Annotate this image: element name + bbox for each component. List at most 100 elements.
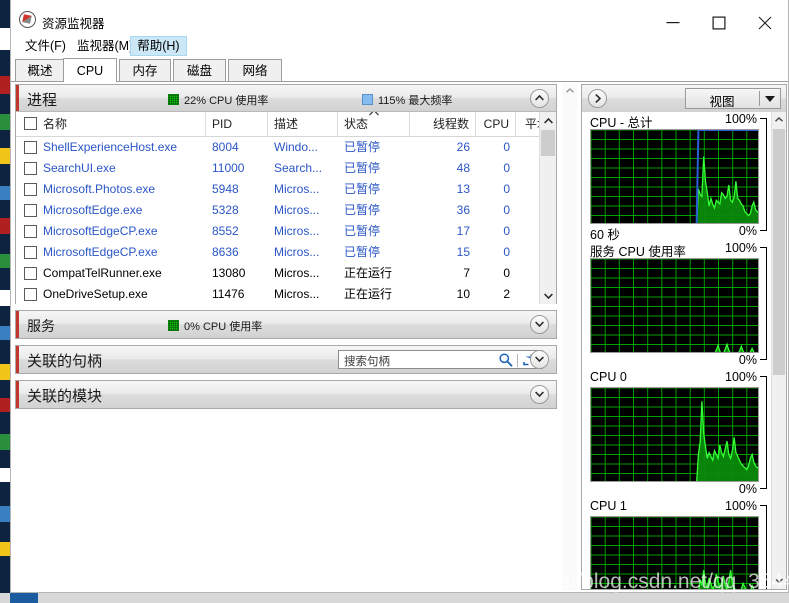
column-header-label: 名称 <box>43 117 68 131</box>
modules-title: 关联的模块 <box>27 388 103 405</box>
resource-monitor-window: 资源监视器 文件(F) 监视器(M) 帮助(H) 概述 CPU 内存 磁盘 网络 进程 <box>0 0 789 603</box>
search-icon <box>499 353 513 367</box>
title-bar: 资源监视器 <box>11 4 788 36</box>
view-dropdown-label: 视图 <box>709 95 735 109</box>
chart-foot-row: 60 秒 0% <box>582 224 771 242</box>
column-header-label: 线程数 <box>432 117 469 131</box>
handle-search-placeholder[interactable]: 搜索句柄 <box>344 353 390 369</box>
tab-0[interactable]: 概述 <box>15 59 65 82</box>
column-header-pid[interactable]: PID <box>206 112 268 136</box>
chevron-down-icon <box>535 356 544 362</box>
minimize-button[interactable] <box>650 8 696 38</box>
table-row[interactable]: Microsoft.Photos.exe 5948 Micros... 已暂停 13 00… <box>16 179 539 200</box>
tab-4[interactable]: 网络 <box>228 59 282 82</box>
process-table: 名称 PID 描述 状态 线程数 CPU 平均 C... ShellExperienceHo… <box>16 112 556 304</box>
menu-item-1[interactable]: 监视器(M) <box>71 36 139 56</box>
column-header-name[interactable]: 名称 <box>16 112 206 136</box>
chevron-up-icon <box>544 118 553 124</box>
column-header-cpu[interactable]: CPU <box>476 112 516 136</box>
services-collapse-toggle[interactable] <box>530 315 549 334</box>
chart-svg <box>591 388 758 481</box>
column-header-avgcpu[interactable]: 平均 C... <box>516 112 539 136</box>
modules-group: 关联的模块 <box>15 380 557 409</box>
tab-strip: 概述 CPU 内存 磁盘 网络 <box>11 58 788 82</box>
scroll-up-button[interactable] <box>540 112 556 129</box>
menu-item-0[interactable]: 文件(F) <box>19 36 72 56</box>
cell-cpu: 0 <box>503 182 510 196</box>
cell-desc: Micros... <box>274 245 320 259</box>
processes-group-header[interactable]: 进程 22% CPU 使用率 115% 最大频率 <box>16 85 556 112</box>
modules-group-header[interactable]: 关联的模块 <box>16 381 556 408</box>
services-group: 服务 0% CPU 使用率 <box>15 310 557 339</box>
maximize-button[interactable] <box>696 8 742 38</box>
cell-pid: 8636 <box>212 245 239 259</box>
cell-avgcpu: 0.00 <box>516 137 539 158</box>
left-pane-scrollbar[interactable] <box>562 84 577 590</box>
view-dropdown-button[interactable]: 视图 <box>685 88 781 109</box>
process-table-header: 名称 PID 描述 状态 线程数 CPU 平均 C... <box>16 112 539 137</box>
table-row[interactable]: CompatTelRunner.exe 13080 Micros... 正在运行 7 01… <box>16 263 539 284</box>
column-header-label: 状态 <box>344 117 369 131</box>
charts-scroll-down[interactable] <box>772 573 786 589</box>
cell-cpu: 0 <box>503 266 510 280</box>
chart-title: CPU 1 <box>590 499 627 513</box>
table-row[interactable]: MicrosoftEdgeCP.exe 8552 Micros... 已暂停 17 0 0.… <box>16 221 539 242</box>
collapse-charts-button[interactable] <box>588 89 607 108</box>
handles-title: 关联的句柄 <box>27 353 103 370</box>
scrollbar-thumb[interactable] <box>541 130 555 156</box>
menu-item-2[interactable]: 帮助(H) <box>130 36 187 56</box>
charts-scrollbar[interactable] <box>771 112 786 589</box>
column-header-desc[interactable]: 描述 <box>268 112 338 136</box>
cell-threads: 17 <box>456 224 470 238</box>
tab-3[interactable]: 磁盘 <box>173 59 226 82</box>
chart-label-row: 服务 CPU 使用率 100% <box>582 241 771 259</box>
close-button[interactable] <box>742 8 788 38</box>
handle-search-box[interactable]: 搜索句柄 <box>338 350 543 369</box>
cell-name: OneDriveSetup.exe <box>43 287 148 301</box>
column-header-label: CPU <box>483 117 509 131</box>
sort-ascending-icon <box>368 112 379 116</box>
services-cpu-legend: 0% CPU 使用率 <box>168 318 262 334</box>
cell-threads: 26 <box>456 140 470 154</box>
cell-pid: 13080 <box>212 266 246 280</box>
services-group-header[interactable]: 服务 0% CPU 使用率 <box>16 311 556 338</box>
cell-avgcpu: 0.00 <box>516 242 539 263</box>
process-table-scrollbar[interactable] <box>539 112 556 304</box>
tab-2[interactable]: 内存 <box>119 59 171 82</box>
cell-pid: 8552 <box>212 224 239 238</box>
table-row[interactable]: MicrosoftEdgeCP.exe 8636 Micros... 已暂停 15 0 0.… <box>16 242 539 263</box>
charts-scrollbar-thumb[interactable] <box>773 129 785 375</box>
scroll-down-button[interactable] <box>540 287 556 304</box>
blue-swatch-icon <box>362 94 373 105</box>
column-header-status[interactable]: 状态 <box>338 112 410 136</box>
cell-desc: Micros... <box>274 224 320 238</box>
cell-desc: Micros... <box>274 203 320 217</box>
cell-status: 已暂停 <box>344 161 381 175</box>
cell-name: CompatTelRunner.exe <box>43 266 162 280</box>
processes-collapse-toggle[interactable] <box>530 89 549 108</box>
chevron-down-icon <box>765 96 775 102</box>
column-header-threads[interactable]: 线程数 <box>410 112 476 136</box>
desktop-background-strip <box>0 0 10 603</box>
modules-collapse-toggle[interactable] <box>530 385 549 404</box>
table-row[interactable]: OneDriveSetup.exe 11476 Micros... 正在运行 10 2 3.… <box>16 284 539 304</box>
cell-threads: 48 <box>456 161 470 175</box>
chart-plot-area <box>590 387 759 482</box>
handles-group-header[interactable]: 关联的句柄 搜索句柄 <box>16 346 556 373</box>
table-row[interactable]: ShellExperienceHost.exe 8004 Windo... 已暂停 26… <box>16 137 539 158</box>
table-row[interactable]: SearchUI.exe 11000 Search... 已暂停 48 0 0.00 <box>16 158 539 179</box>
chart-ymax-label: 100% <box>725 370 757 384</box>
handles-collapse-toggle[interactable] <box>530 350 549 369</box>
cell-desc: Micros... <box>274 182 320 196</box>
chevron-down-icon <box>535 321 544 327</box>
cell-status: 已暂停 <box>344 140 381 154</box>
tab-1[interactable]: CPU <box>63 58 117 82</box>
cell-threads: 10 <box>456 287 470 301</box>
chart-plot-area <box>590 258 759 353</box>
resource-monitor-icon <box>19 11 36 28</box>
charts-scroll-up[interactable] <box>772 112 786 128</box>
cell-avgcpu: 0.00 <box>516 158 539 179</box>
table-row[interactable]: MicrosoftEdge.exe 5328 Micros... 已暂停 36 0 0.00 <box>16 200 539 221</box>
chevron-down-icon <box>544 293 553 299</box>
charts-toolbar: 视图 <box>582 85 786 113</box>
